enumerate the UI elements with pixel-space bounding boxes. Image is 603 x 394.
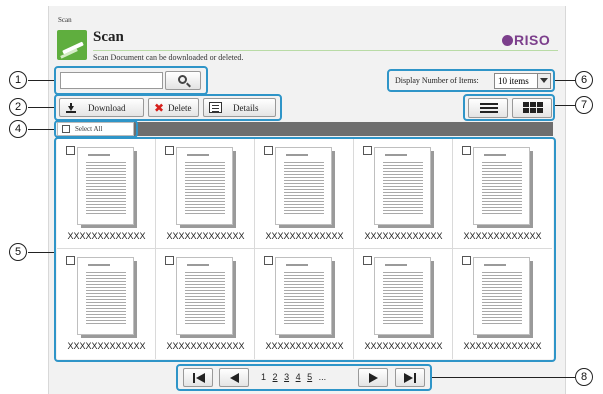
callout-6: 6 <box>575 71 593 89</box>
breadcrumb[interactable]: Scan <box>58 16 72 24</box>
callout-7: 7 <box>575 96 593 114</box>
callout-4: 4 <box>9 120 27 138</box>
toolbar-highlight <box>54 94 282 121</box>
brand-logo: RISO <box>502 32 550 48</box>
brand-text: RISO <box>514 32 551 48</box>
page-title: Scan <box>93 29 124 45</box>
display-count-highlight <box>387 69 555 92</box>
callout-5: 5 <box>9 243 27 261</box>
pagination-highlight <box>176 364 432 391</box>
callout-1: 1 <box>9 71 27 89</box>
scan-screen: Scan Scan Scan Document can be downloade… <box>0 0 603 394</box>
view-mode-highlight <box>463 94 555 121</box>
document-grid-highlight <box>54 137 556 362</box>
title-divider <box>93 50 558 51</box>
search-area-highlight <box>54 66 208 95</box>
scan-app-icon <box>57 30 87 60</box>
callout-2: 2 <box>9 98 27 116</box>
select-all-highlight <box>54 120 138 138</box>
riso-logo-icon <box>502 35 513 46</box>
callout-8: 8 <box>575 368 593 386</box>
page-subtitle: Scan Document can be downloaded or delet… <box>93 53 244 62</box>
